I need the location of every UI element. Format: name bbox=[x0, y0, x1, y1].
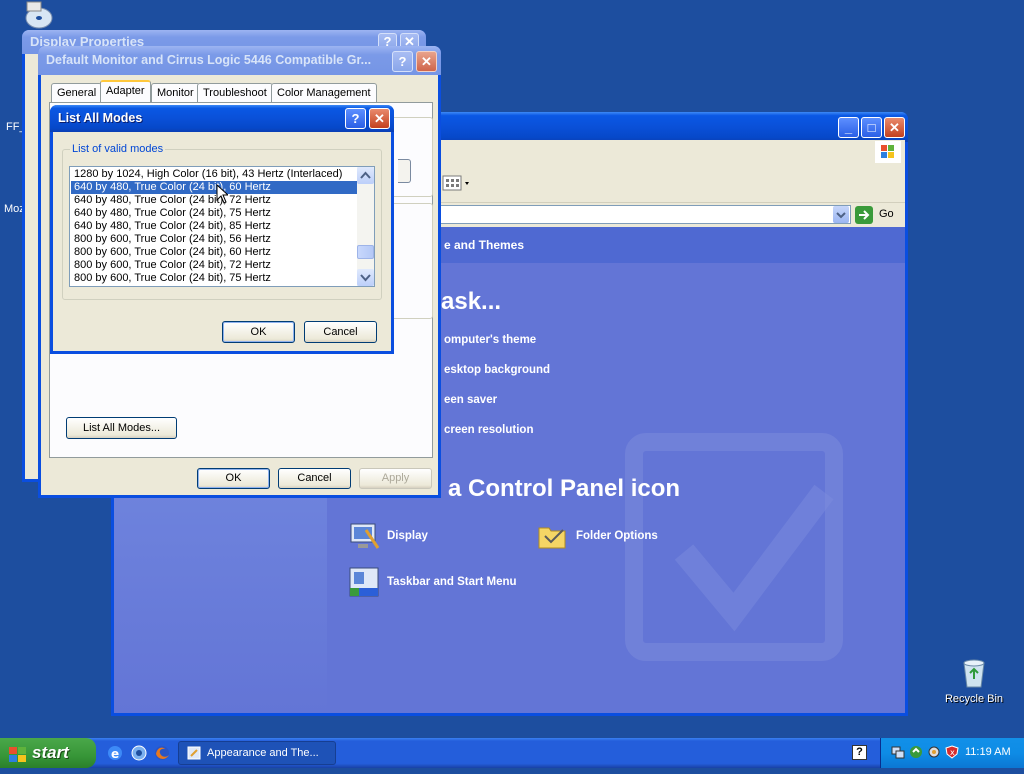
display-label: Display bbox=[387, 530, 428, 542]
mode-list-item[interactable]: 1280 by 1024, High Color (16 bit), 43 He… bbox=[71, 168, 357, 181]
clock: 11:19 AM bbox=[965, 746, 1011, 758]
monitor-dialog-apply-button[interactable]: Apply bbox=[359, 468, 432, 489]
adapter-properties-button-edge[interactable] bbox=[398, 159, 411, 183]
svg-text:e: e bbox=[111, 747, 119, 761]
minimize-button[interactable]: _ bbox=[838, 117, 859, 138]
folder-options-icon bbox=[537, 520, 569, 552]
tab-adapter[interactable]: Adapter bbox=[100, 80, 151, 103]
modes-scrollbar[interactable] bbox=[357, 167, 374, 286]
windows-flag-icon bbox=[8, 744, 28, 762]
valid-modes-group: List of valid modes 1280 by 1024, High C… bbox=[62, 143, 382, 300]
desktop-icon-top[interactable] bbox=[22, 0, 56, 34]
mode-list-item[interactable]: 640 by 480, True Color (24 bit), 85 Hert… bbox=[71, 220, 357, 233]
category-header-text: e and Themes bbox=[444, 238, 525, 252]
start-button[interactable]: start bbox=[0, 738, 96, 768]
firefox-quicklaunch-icon[interactable] bbox=[153, 744, 171, 762]
mode-list-item[interactable]: 800 by 600, True Color (24 bit), 60 Hert… bbox=[71, 246, 357, 259]
list-all-modes-dialog: List All Modes ? ✕ List of valid modes 1… bbox=[50, 105, 394, 354]
maximize-button[interactable]: □ bbox=[861, 117, 882, 138]
modes-list: 1280 by 1024, High Color (16 bit), 43 He… bbox=[71, 168, 357, 285]
list-modes-title: List All Modes bbox=[58, 111, 143, 125]
mode-list-item[interactable]: 640 by 480, True Color (24 bit), 72 Hert… bbox=[71, 194, 357, 207]
explorer-quicklaunch-icon[interactable] bbox=[130, 744, 148, 762]
display-item[interactable]: Display bbox=[348, 520, 468, 554]
list-modes-close-button[interactable]: ✕ bbox=[369, 108, 390, 129]
list-modes-help-button[interactable]: ? bbox=[345, 108, 366, 129]
taskbar-start-menu-item[interactable]: Taskbar and Start Menu bbox=[348, 566, 548, 600]
valid-modes-group-label: List of valid modes bbox=[70, 143, 166, 155]
address-input[interactable] bbox=[437, 205, 851, 224]
folder-options-label: Folder Options bbox=[576, 530, 658, 542]
mouse-cursor-icon bbox=[216, 183, 230, 204]
settings-tray-icon[interactable] bbox=[927, 745, 941, 759]
monitor-dialog-help-button[interactable]: ? bbox=[392, 51, 413, 72]
security-tray-icon[interactable]: x bbox=[945, 745, 959, 759]
task-link-theme[interactable]: omputer's theme bbox=[444, 334, 536, 346]
network-tray-icon[interactable] bbox=[891, 745, 905, 759]
task-link-resolution[interactable]: creen resolution bbox=[444, 424, 533, 436]
taskbar-item-icon bbox=[187, 746, 201, 760]
start-label: start bbox=[32, 743, 69, 762]
mode-list-item[interactable]: 640 by 480, True Color (24 bit), 75 Hert… bbox=[71, 207, 357, 220]
monitor-dialog-ok-button[interactable]: OK bbox=[197, 468, 270, 489]
tab-monitor[interactable]: Monitor bbox=[151, 83, 200, 102]
tab-troubleshoot[interactable]: Troubleshoot bbox=[197, 83, 273, 102]
monitor-dialog-titlebar[interactable]: Default Monitor and Cirrus Logic 5446 Co… bbox=[38, 46, 441, 75]
address-dropdown-button[interactable] bbox=[833, 206, 849, 223]
task-link-screensaver[interactable]: een saver bbox=[444, 394, 497, 406]
folder-options-item[interactable]: Folder Options bbox=[537, 520, 677, 554]
ie-quicklaunch-icon[interactable]: e bbox=[106, 744, 124, 762]
mode-list-item[interactable]: 800 by 600, True Color (24 bit), 56 Hert… bbox=[71, 233, 357, 246]
taskbar-start-menu-label: Taskbar and Start Menu bbox=[387, 576, 517, 588]
scroll-thumb[interactable] bbox=[357, 245, 374, 259]
taskbar-start-menu-icon bbox=[348, 566, 380, 598]
svg-text:x: x bbox=[950, 748, 955, 757]
help-tray-icon[interactable]: ? bbox=[852, 745, 867, 760]
taskbar-item-label: Appearance and The... bbox=[207, 747, 319, 759]
pick-icon-heading: a Control Panel icon bbox=[448, 475, 681, 502]
taskbar-item-appearance[interactable]: Appearance and The... bbox=[178, 741, 336, 765]
tab-strip: General Adapter Monitor Troubleshoot Col… bbox=[49, 80, 434, 103]
taskbar: start e Appearance and The... ? x 11:19 … bbox=[0, 738, 1024, 768]
display-icon bbox=[348, 520, 380, 552]
list-modes-cancel-button[interactable]: Cancel bbox=[304, 321, 377, 343]
mode-info-group-box bbox=[391, 203, 433, 319]
scroll-up-button[interactable] bbox=[357, 167, 374, 184]
cd-icon bbox=[23, 0, 55, 30]
pick-task-heading: task... bbox=[433, 288, 502, 315]
task-link-background[interactable]: esktop background bbox=[444, 364, 550, 376]
list-modes-ok-button[interactable]: OK bbox=[222, 321, 295, 343]
list-all-modes-button[interactable]: List All Modes... bbox=[66, 417, 177, 439]
tab-general[interactable]: General bbox=[51, 83, 103, 102]
monitor-dialog-cancel-button[interactable]: Cancel bbox=[278, 468, 351, 489]
close-button[interactable]: ✕ bbox=[884, 117, 905, 138]
monitor-dialog-title: Default Monitor and Cirrus Logic 5446 Co… bbox=[46, 53, 372, 67]
recycle-bin-label: Recycle Bin bbox=[944, 693, 1004, 705]
adapter-group-box bbox=[391, 117, 433, 197]
recycle-bin-desktop-icon[interactable]: Recycle Bin bbox=[940, 657, 1008, 705]
recycle-bin-icon bbox=[958, 657, 990, 689]
mode-list-item[interactable]: 800 by 600, True Color (24 bit), 75 Hert… bbox=[71, 272, 357, 285]
scroll-down-button[interactable] bbox=[357, 269, 374, 286]
go-arrow-icon bbox=[855, 206, 873, 224]
update-tray-icon[interactable] bbox=[909, 745, 923, 759]
tab-color-management[interactable]: Color Management bbox=[271, 83, 377, 102]
go-label: Go bbox=[879, 208, 894, 220]
monitor-dialog-close-button[interactable]: ✕ bbox=[416, 51, 437, 72]
list-modes-titlebar[interactable]: List All Modes bbox=[50, 105, 394, 132]
mode-list-item[interactable]: 640 by 480, True Color (24 bit), 60 Hert… bbox=[71, 181, 357, 194]
system-tray: x 11:19 AM bbox=[880, 738, 1024, 768]
windows-logo-icon bbox=[875, 141, 901, 163]
views-icon[interactable] bbox=[442, 175, 469, 191]
go-button[interactable]: Go bbox=[855, 205, 901, 225]
mode-list-item[interactable]: 800 by 600, True Color (24 bit), 72 Hert… bbox=[71, 259, 357, 272]
